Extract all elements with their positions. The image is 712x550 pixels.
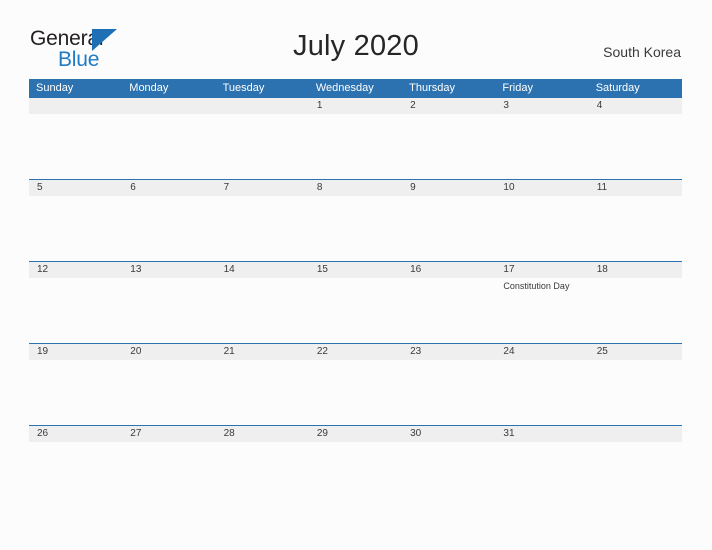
calendar-day-event[interactable] <box>495 360 588 425</box>
calendar-day-event[interactable] <box>29 360 122 425</box>
calendar-date-number[interactable]: 26 <box>29 426 122 442</box>
calendar-date-number[interactable] <box>122 98 215 114</box>
calendar-day-event[interactable] <box>122 360 215 425</box>
calendar-day-event[interactable] <box>402 442 495 507</box>
calendar-date-number[interactable]: 1 <box>309 98 402 114</box>
page-header: General Blue July 2020 South Korea <box>0 0 712 78</box>
calendar-day-event[interactable] <box>309 278 402 343</box>
calendar-day-event[interactable]: Constitution Day <box>495 278 588 343</box>
calendar-day-event[interactable] <box>29 278 122 343</box>
region-label: South Korea <box>603 44 681 60</box>
weekday-header-cell: Sunday <box>36 82 74 94</box>
calendar-day-event[interactable] <box>29 442 122 507</box>
calendar-date-number[interactable]: 10 <box>495 180 588 196</box>
calendar-date-band: 1234 <box>29 98 682 114</box>
calendar-date-number[interactable]: 4 <box>589 98 682 114</box>
calendar-date-number[interactable]: 23 <box>402 344 495 360</box>
calendar-date-number[interactable]: 13 <box>122 262 215 278</box>
calendar-date-number[interactable]: 9 <box>402 180 495 196</box>
calendar-weeks: 1 2 3 4 5 6 7 8 9 10 11 12 13 14 15 16 17 18 Constitution … <box>29 98 682 507</box>
calendar-day-event[interactable] <box>495 442 588 507</box>
calendar-day-event[interactable] <box>589 114 682 179</box>
calendar-date-number[interactable]: 27 <box>122 426 215 442</box>
weekday-header-cell: Wednesday <box>315 82 374 94</box>
calendar-day-event[interactable] <box>216 114 309 179</box>
calendar-date-number[interactable]: 29 <box>309 426 402 442</box>
calendar-day-event[interactable] <box>495 114 588 179</box>
calendar-day-event[interactable] <box>309 114 402 179</box>
calendar-event-band <box>29 114 682 179</box>
calendar-date-number[interactable] <box>29 98 122 114</box>
calendar-date-number[interactable]: 19 <box>29 344 122 360</box>
calendar-day-event[interactable] <box>216 442 309 507</box>
calendar-day-event[interactable] <box>402 360 495 425</box>
calendar-week-row: 1234 <box>29 98 682 179</box>
calendar-event-band <box>29 196 682 261</box>
calendar-day-event[interactable] <box>216 360 309 425</box>
calendar-date-number[interactable]: 8 <box>309 180 402 196</box>
calendar-date-band: 26 27 28 29 30 31 <box>29 426 682 442</box>
calendar-day-event[interactable] <box>29 114 122 179</box>
calendar-date-band: 5 6 7 8 9 10 11 <box>29 180 682 196</box>
calendar-date-number[interactable]: 12 <box>29 262 122 278</box>
calendar-event-band <box>29 442 682 507</box>
calendar-date-number[interactable]: 30 <box>402 426 495 442</box>
calendar-weekday-header: Sunday Monday Tuesday Wednesday Thursday Frid… <box>29 79 682 98</box>
calendar-date-number[interactable]: 3 <box>495 98 588 114</box>
calendar-day-event[interactable] <box>589 442 682 507</box>
calendar-day-event[interactable] <box>29 196 122 261</box>
calendar-date-number[interactable]: 18 <box>589 262 682 278</box>
calendar-date-number[interactable]: 14 <box>216 262 309 278</box>
calendar-date-number[interactable]: 24 <box>495 344 588 360</box>
calendar-date-number[interactable]: 25 <box>589 344 682 360</box>
weekday-header-cell: Saturday <box>595 82 640 94</box>
weekday-header-cell: Friday <box>502 82 533 94</box>
calendar-date-number[interactable] <box>589 426 682 442</box>
calendar-date-number[interactable]: 21 <box>216 344 309 360</box>
calendar-date-number[interactable]: 7 <box>216 180 309 196</box>
calendar-date-number[interactable] <box>216 98 309 114</box>
calendar-day-event[interactable] <box>122 196 215 261</box>
calendar-week-row: 5 6 7 8 9 10 11 <box>29 179 682 261</box>
calendar-date-number[interactable]: 28 <box>216 426 309 442</box>
calendar-day-event[interactable] <box>589 196 682 261</box>
weekday-header-cell: Thursday <box>409 82 455 94</box>
calendar-day-event[interactable] <box>589 360 682 425</box>
calendar-date-number[interactable]: 31 <box>495 426 588 442</box>
calendar-day-event[interactable] <box>309 360 402 425</box>
calendar-grid: Sunday Monday Tuesday Wednesday Thursday Frid… <box>29 79 682 507</box>
calendar-day-event[interactable] <box>402 114 495 179</box>
calendar-day-event[interactable] <box>402 278 495 343</box>
calendar-day-event[interactable] <box>122 442 215 507</box>
calendar-date-number[interactable]: 17 <box>495 262 588 278</box>
calendar-event-band <box>29 360 682 425</box>
weekday-header-cell: Tuesday <box>222 82 265 94</box>
calendar-date-band: 12 13 14 15 16 17 18 <box>29 262 682 278</box>
calendar-date-band: 19 20 21 22 23 24 25 <box>29 344 682 360</box>
calendar-week-row: 19 20 21 22 23 24 25 <box>29 343 682 425</box>
weekday-header-cell: Monday <box>129 82 169 94</box>
calendar-date-number[interactable]: 5 <box>29 180 122 196</box>
calendar-day-event[interactable] <box>216 278 309 343</box>
calendar-day-event[interactable] <box>309 442 402 507</box>
calendar-week-row: 26 27 28 29 30 31 <box>29 425 682 507</box>
calendar-day-event[interactable] <box>309 196 402 261</box>
calendar-date-number[interactable]: 2 <box>402 98 495 114</box>
calendar-event-band: Constitution Day <box>29 278 682 343</box>
calendar-date-number[interactable]: 16 <box>402 262 495 278</box>
calendar-date-number[interactable]: 15 <box>309 262 402 278</box>
calendar-date-number[interactable]: 20 <box>122 344 215 360</box>
calendar-day-event[interactable] <box>216 196 309 261</box>
calendar-day-event[interactable] <box>122 114 215 179</box>
calendar-day-event[interactable] <box>122 278 215 343</box>
calendar-week-row: 12 13 14 15 16 17 18 Constitution Day <box>29 261 682 343</box>
calendar-date-number[interactable]: 22 <box>309 344 402 360</box>
calendar-day-event[interactable] <box>495 196 588 261</box>
calendar-date-number[interactable]: 6 <box>122 180 215 196</box>
calendar-day-event[interactable] <box>402 196 495 261</box>
calendar-date-number[interactable]: 11 <box>589 180 682 196</box>
calendar-day-event[interactable] <box>589 278 682 343</box>
